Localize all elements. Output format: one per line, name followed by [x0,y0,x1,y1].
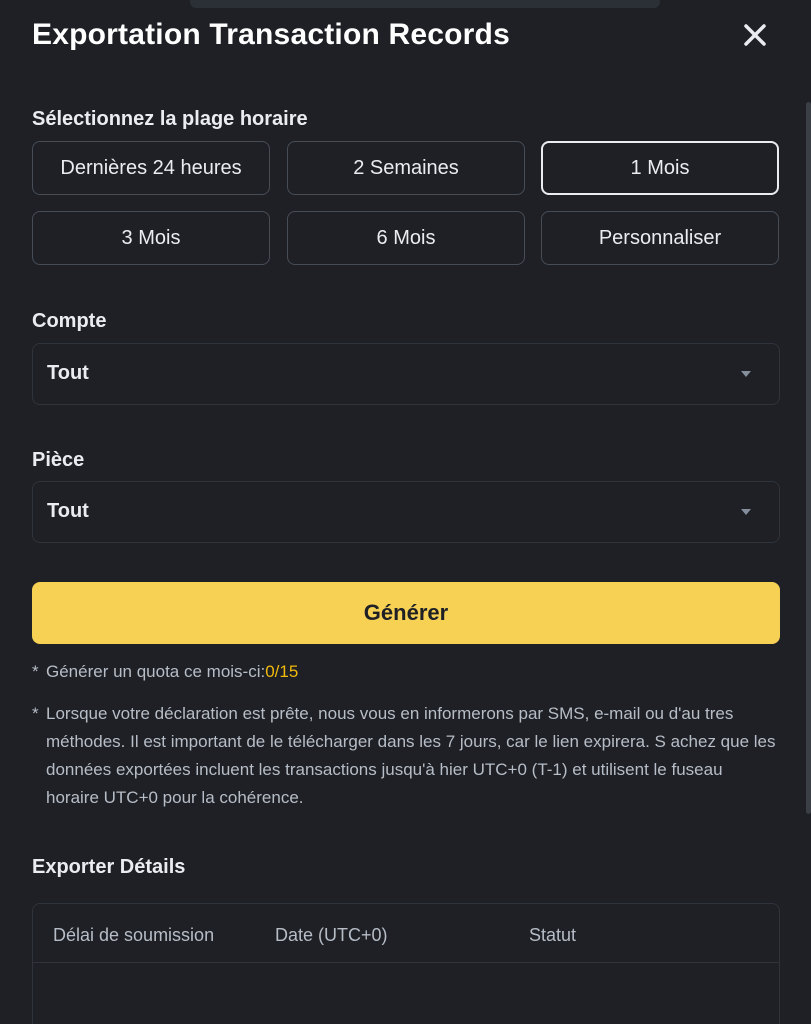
column-header-submission: Délai de soumission [53,925,215,945]
range-option-label: 3 Mois [121,226,181,249]
modal-title: Exportation Transaction Records [32,18,510,51]
close-icon [744,24,766,46]
range-option-label: 1 Mois [630,156,690,179]
range-option-6-months[interactable]: 6 Mois [287,211,525,265]
chevron-down-icon [741,371,751,377]
range-option-2-weeks[interactable]: 2 Semaines [287,141,525,195]
range-option-3-months[interactable]: 3 Mois [32,211,270,265]
coin-label: Pièce [32,449,85,471]
scrollbar[interactable] [806,102,811,814]
account-select[interactable]: Tout [32,343,780,405]
range-option-label: Personnaliser [598,226,722,249]
generate-button-label: Générer [363,600,449,625]
account-label: Compte [32,310,107,332]
quota-value: 0/15 [265,662,299,681]
note-star: * [32,662,39,681]
range-option-24h[interactable]: Dernières 24 heures [32,141,270,195]
info-text: Lorsque votre déclaration est prête, nou… [46,704,776,807]
info-note: * Lorsque votre déclaration est prête, n… [32,700,780,812]
quota-text: Générer un quota ce mois-ci: [46,662,266,681]
range-option-custom[interactable]: Personnaliser [541,211,779,265]
chevron-down-icon [741,509,751,515]
range-option-label: Dernières 24 heures [60,156,242,179]
table-header: Délai de soumission Date (UTC+0) Statut [33,904,779,963]
coin-select-value: Tout [47,500,89,522]
export-modal: Exportation Transaction Records Sélectio… [0,0,811,1024]
time-range-label: Sélectionnez la plage horaire [32,108,308,130]
export-details-label: Exporter Détails [32,856,186,878]
note-star: * [32,704,39,723]
coin-select[interactable]: Tout [32,481,780,543]
top-edge [190,0,660,8]
range-option-label: 6 Mois [376,226,436,249]
export-details-table: Délai de soumission Date (UTC+0) Statut [32,903,780,1024]
quota-note: * Générer un quota ce mois-ci:0/15 [32,658,780,686]
column-header-status: Statut [529,925,577,945]
column-header-date: Date (UTC+0) [275,925,388,945]
range-option-1-month[interactable]: 1 Mois [541,141,779,195]
generate-button[interactable]: Générer [32,582,780,644]
range-option-label: 2 Semaines [353,156,459,179]
account-select-value: Tout [47,362,89,384]
close-button[interactable] [736,18,776,58]
